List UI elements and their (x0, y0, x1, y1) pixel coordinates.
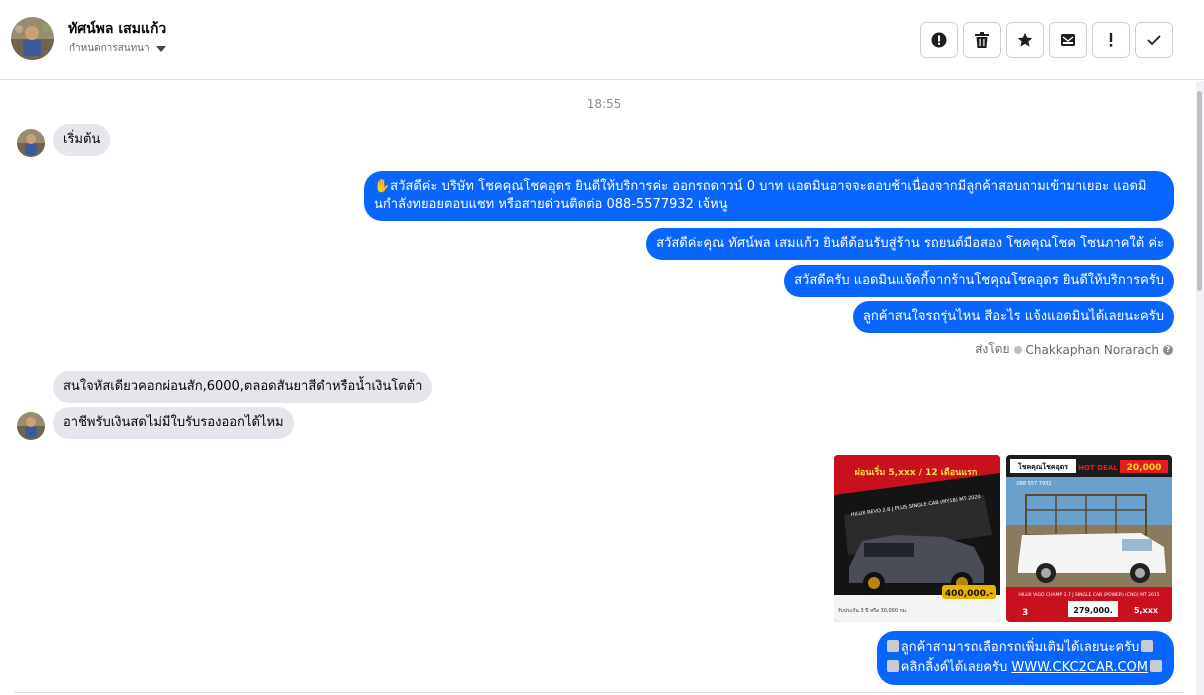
alert-circle-icon (931, 32, 947, 48)
photo-2-badge: HOT DEAL (1078, 464, 1118, 472)
contact-avatar-small[interactable] (17, 412, 45, 440)
car-promo-image-1[interactable]: 400,000.- ผ่อนเริ่ม 5,xxx / 12 เดือนแรก … (834, 455, 1000, 622)
photo-2-installment: 5,xxx (1134, 606, 1159, 615)
link-message-line-1: ลูกค้าสามารถเลือกรถเพิ่มเติมได้เลยนะครับ (886, 638, 1164, 658)
messenger-app: ทัศน์พล เสมแก้ว กำหนดการสนทนา 18:55 เริ่… (0, 0, 1204, 695)
conversation-schedule-label: กำหนดการสนทนา (69, 43, 150, 54)
caret-down-icon (155, 45, 166, 52)
scrollbar[interactable] (1196, 81, 1204, 695)
star-button[interactable] (1006, 22, 1044, 58)
mark-done-button[interactable] (1135, 22, 1173, 58)
composer-divider (14, 692, 1184, 693)
down-arrow-emoji-icon (886, 640, 899, 652)
photo-1-price: 400,000.- (945, 589, 993, 599)
incoming-message[interactable]: สนใจหัสเดียวคอกผ่อนสัก,6000,ตลอดสันยาสีด… (53, 371, 433, 403)
outgoing-message[interactable]: ลูกค้าสนใจรถรุ่นไหน สีอะไร แจ้งแอดมินได้… (852, 301, 1174, 333)
outgoing-message[interactable]: สวัสดีค่ะคุณ ทัศน์พล เสมแก้ว ยินดีต้อนรั… (646, 228, 1174, 260)
photo-2-promo-price: 20,000 (1127, 463, 1162, 473)
photo-2-years: 3 (1022, 608, 1028, 618)
photo-1-fine-print: รับประกัน 3 ปี หรือ 30,000 กม. (838, 607, 908, 614)
scrollbar-thumb[interactable] (1197, 91, 1202, 291)
trash-icon (975, 32, 989, 48)
conversation-toolbar (920, 22, 1178, 58)
photo-2-model: HILUX VIGO CHAMP 2.7 J SINGLE CAB (POWER… (1018, 592, 1159, 598)
inbox-move-icon (1061, 34, 1075, 46)
website-link[interactable]: WWW.CKC2CAR.COM (1011, 660, 1148, 675)
contact-name: ทัศน์พล เสมแก้ว (68, 21, 167, 37)
incoming-message[interactable]: เริ่มต้น (53, 124, 111, 156)
play-arrow-emoji-icon (886, 660, 899, 672)
sent-by-indicator: ส่งโดย Chakkaphan Norarach ? (975, 340, 1173, 359)
sent-by-label: ส่งโดย (975, 342, 1010, 356)
incoming-message[interactable]: อาชีพรับเงินสดไม่มีใบรับรองออกได้ไหม (53, 407, 294, 439)
outgoing-message[interactable]: สวัสดีครับ แอดมินแจ้คกี้จากร้านโชคุณโชคอ… (784, 265, 1174, 297)
link-message-line-2: คลิกลิ้งค์ได้เลยครับ WWW.CKC2CAR.COM (886, 658, 1164, 678)
down-arrow-emoji-icon (1141, 640, 1154, 652)
help-icon[interactable]: ? (1163, 344, 1173, 355)
message-timestamp: 18:55 (586, 97, 622, 111)
message-thread[interactable]: 18:55 เริ่มต้น ✋สวัสดีค่ะ บริษัท โชคคุณโ… (0, 81, 1196, 695)
photo-2-phone: 088 557 7932 (1017, 481, 1052, 487)
car-promo-image-2[interactable]: โชคคุณโชคอุดร HOT DEAL 20,000 088 557 79… (1006, 455, 1172, 622)
star-icon (1017, 32, 1033, 47)
sent-by-name[interactable]: Chakkaphan Norarach (1026, 343, 1159, 357)
photo-2-brand: โชคคุณโชคอุดร (1017, 462, 1068, 471)
outgoing-link-message[interactable]: ลูกค้าสามารถเลือกรถเพิ่มเติมได้เลยนะครับ… (876, 631, 1174, 685)
move-to-inbox-button[interactable] (1049, 22, 1087, 58)
outgoing-message[interactable]: ✋สวัสดีค่ะ บริษัท โชคคุณโชคอุดร ยินดีให้… (364, 171, 1174, 221)
play-arrow-emoji-icon (1150, 660, 1162, 672)
delete-button[interactable] (963, 22, 1001, 58)
photo-2-price: 279,000. (1073, 606, 1112, 615)
mark-spam-button[interactable] (920, 22, 958, 58)
checkmark-icon (1147, 35, 1161, 46)
contact-avatar-small[interactable] (17, 129, 45, 157)
check-icon (1013, 345, 1022, 354)
mark-important-button[interactable] (1092, 22, 1130, 58)
exclamation-icon (1109, 33, 1113, 47)
contact-avatar[interactable] (11, 17, 54, 60)
conversation-schedule-dropdown[interactable]: กำหนดการสนทนา (69, 41, 166, 56)
conversation-header: ทัศน์พล เสมแก้ว กำหนดการสนทนา (0, 0, 1204, 80)
